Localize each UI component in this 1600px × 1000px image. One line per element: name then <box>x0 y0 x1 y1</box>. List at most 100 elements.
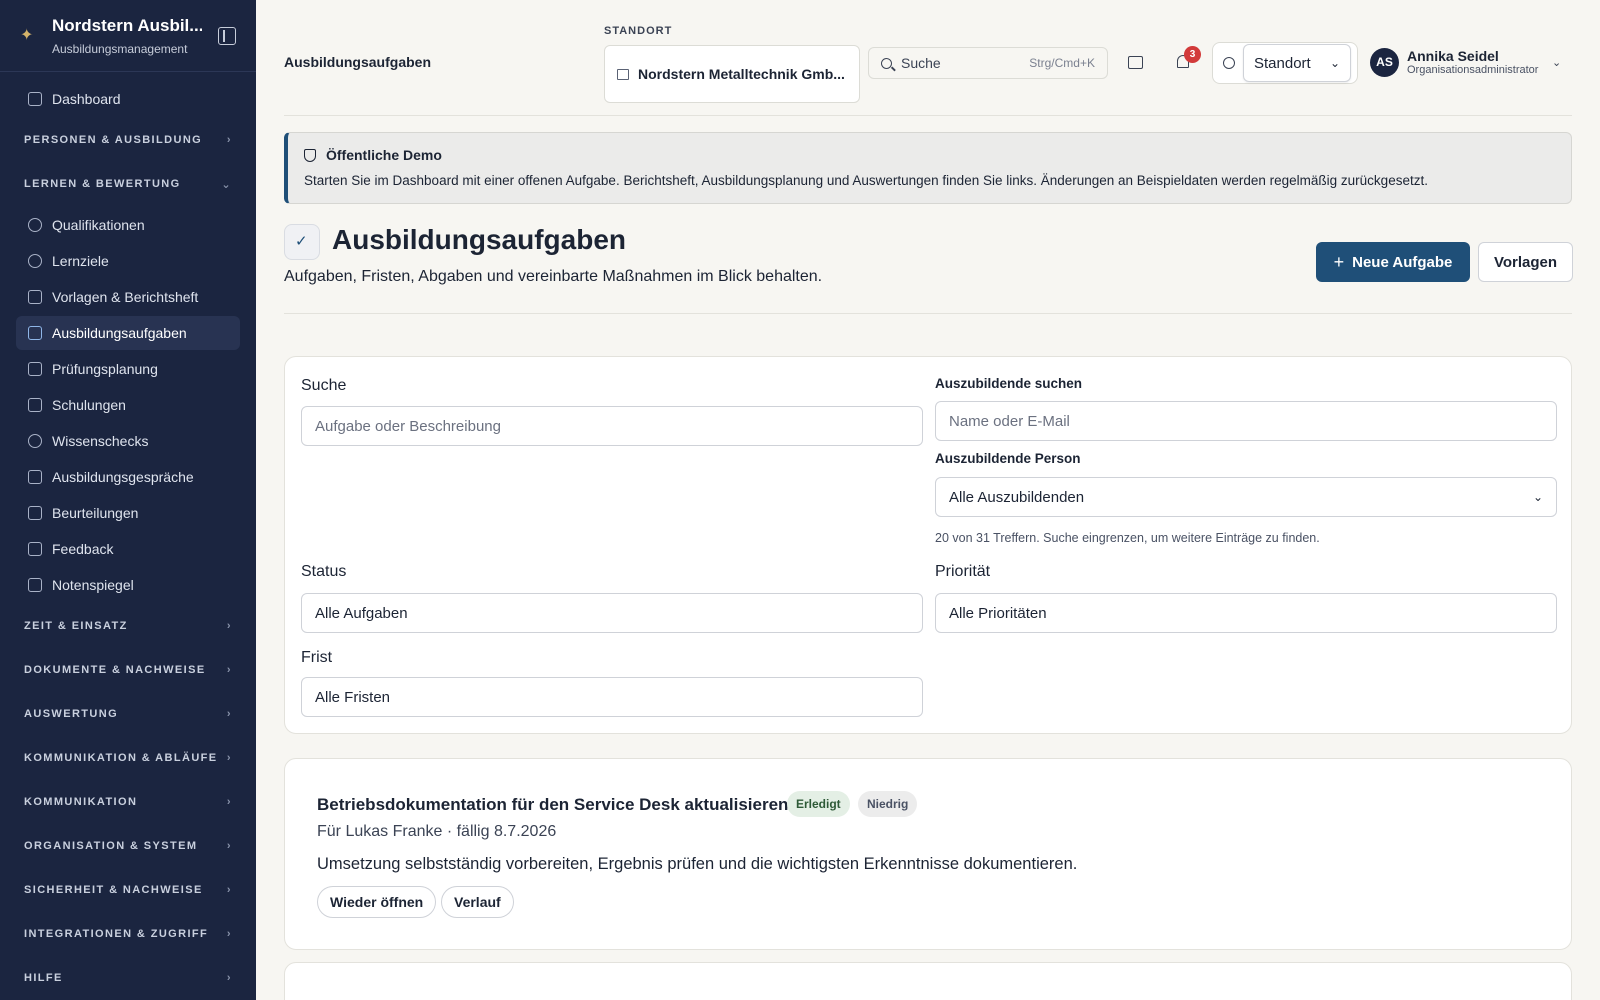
sidebar-group-zeit[interactable]: ZEIT & EINSATZ › <box>16 604 240 648</box>
brand-title: Nordstern Ausbil... <box>52 15 202 35</box>
chat-icon <box>28 542 42 556</box>
global-search[interactable]: Suche Strg/Cmd+K <box>868 47 1108 79</box>
trainee-search-label: Auszubildende suchen <box>935 376 1083 391</box>
checkbox-icon <box>284 224 320 260</box>
priority-label: Priorität <box>935 563 991 580</box>
group-label: INTEGRATIONEN & ZUGRIFF <box>24 928 209 940</box>
sidebar-group-lernen[interactable]: LERNEN & BEWERTUNG ⌄ <box>16 162 240 206</box>
file-icon <box>28 578 42 592</box>
chevron-down-icon: ⌄ <box>1329 56 1340 70</box>
sidebar-item-label: Beurteilungen <box>52 505 139 521</box>
chevron-right-icon: › <box>226 884 232 896</box>
message-icon <box>28 470 42 484</box>
new-task-button[interactable]: + Neue Aufgabe <box>1316 242 1470 282</box>
sidebar-item-schulungen[interactable]: Schulungen <box>16 388 240 422</box>
star-logo-icon: ✦ <box>20 26 34 44</box>
plus-icon: + <box>1333 251 1345 272</box>
sidebar-item-ausbildungsgespraeche[interactable]: Ausbildungsgespräche <box>16 460 240 494</box>
group-label: SICHERHEIT & NACHWEISE <box>24 884 203 896</box>
messages-icon[interactable] <box>1128 56 1143 69</box>
sidebar-item-label: Vorlagen & Berichtsheft <box>52 289 199 305</box>
chevron-right-icon: › <box>226 664 232 676</box>
sidebar-nav: Dashboard PERSONEN & AUSBILDUNG › LERNEN… <box>0 72 256 1000</box>
avatar[interactable]: AS <box>1370 48 1399 77</box>
site-select-value: Standort <box>1254 54 1311 72</box>
notification-badge: 3 <box>1184 46 1201 63</box>
sidebar-group-personen[interactable]: PERSONEN & AUSBILDUNG › <box>16 118 240 162</box>
group-label: KOMMUNIKATION & ABLÄUFE <box>24 752 218 764</box>
location-value: Nordstern Metalltechnik Gmb... <box>638 66 845 82</box>
site-select[interactable]: Standort ⌄ <box>1243 44 1351 82</box>
sidebar-item-feedback[interactable]: Feedback <box>16 532 240 566</box>
chevron-down-icon: ⌄ <box>221 178 232 191</box>
group-label: PERSONEN & AUSBILDUNG <box>24 134 203 146</box>
grid-icon <box>28 92 42 106</box>
sidebar-item-wissenschecks[interactable]: Wissenschecks <box>16 424 240 458</box>
reopen-button[interactable]: Wieder öffnen <box>317 886 437 918</box>
sidebar-item-ausbildungsaufgaben[interactable]: Ausbildungsaufgaben <box>16 316 240 350</box>
task-card: Betriebsdokumentation für den Service De… <box>284 758 1572 950</box>
history-button[interactable]: Verlauf <box>441 886 514 918</box>
chevron-right-icon: › <box>226 134 232 146</box>
trainee-label: Auszubildende Person <box>935 451 1081 466</box>
chevron-right-icon: › <box>226 972 232 984</box>
user-role: Organisationsadministrator <box>1407 64 1539 76</box>
sidebar-item-label: Dashboard <box>52 91 121 107</box>
page-header: Ausbildungsaufgaben Aufgaben, Fristen, A… <box>284 218 1573 314</box>
sidebar-group-integrationen[interactable]: INTEGRATIONEN & ZUGRIFF › <box>16 912 240 956</box>
demo-banner: Öffentliche Demo Starten Sie im Dashboar… <box>284 132 1572 204</box>
sidebar-item-qualifikationen[interactable]: Qualifikationen <box>16 208 240 242</box>
deadline-label: Frist <box>301 649 333 666</box>
group-label: ORGANISATION & SYSTEM <box>24 840 198 852</box>
search-icon <box>881 57 892 69</box>
sidebar-item-vorlagen[interactable]: Vorlagen & Berichtsheft <box>16 280 240 314</box>
status-select[interactable]: Alle Aufgaben <box>301 593 923 633</box>
priority-select[interactable]: Alle Prioritäten <box>935 593 1557 633</box>
divider <box>284 115 1572 116</box>
templates-button[interactable]: Vorlagen <box>1478 242 1573 282</box>
sidebar-collapse-icon[interactable] <box>218 26 236 45</box>
sidebar-item-lernziele[interactable]: Lernziele <box>16 244 240 278</box>
site-switcher: Standort ⌄ <box>1212 42 1358 84</box>
sidebar-group-kommunikation-ablaeufe[interactable]: KOMMUNIKATION & ABLÄUFE › <box>16 736 240 780</box>
task-card <box>284 962 1572 1000</box>
group-label: LERNEN & BEWERTUNG <box>24 178 181 190</box>
group-label: AUSWERTUNG <box>24 708 119 720</box>
sidebar-item-notenspiegel[interactable]: Notenspiegel <box>16 568 240 602</box>
search-input[interactable]: Aufgabe oder Beschreibung <box>301 406 923 446</box>
sidebar-group-dokumente[interactable]: DOKUMENTE & NACHWEISE › <box>16 648 240 692</box>
demo-text: Starten Sie im Dashboard mit einer offen… <box>304 173 1428 188</box>
sidebar-group-auswertung[interactable]: AUSWERTUNG › <box>16 692 240 736</box>
sidebar-item-label: Wissenschecks <box>52 433 149 449</box>
trainee-search-input[interactable]: Name oder E-Mail <box>935 401 1557 441</box>
location-selector[interactable]: Nordstern Metalltechnik Gmb... <box>604 45 860 103</box>
award-icon <box>28 218 42 232</box>
chevron-right-icon: › <box>226 928 232 940</box>
sidebar-item-pruefungsplanung[interactable]: Prüfungsplanung <box>16 352 240 386</box>
user-name[interactable]: Annika Seidel <box>1407 48 1499 64</box>
brain-icon <box>28 434 42 448</box>
page-title: Ausbildungsaufgaben <box>332 224 626 255</box>
sidebar-group-kommunikation[interactable]: KOMMUNIKATION › <box>16 780 240 824</box>
shield-icon <box>304 148 316 162</box>
sidebar-group-sicherheit[interactable]: SICHERHEIT & NACHWEISE › <box>16 868 240 912</box>
sidebar-item-beurteilungen[interactable]: Beurteilungen <box>16 496 240 530</box>
deadline-select[interactable]: Alle Fristen <box>301 677 923 717</box>
status-label: Status <box>301 563 347 580</box>
sidebar-group-organisation[interactable]: ORGANISATION & SYSTEM › <box>16 824 240 868</box>
global-search-placeholder: Suche <box>901 55 941 71</box>
chevron-down-icon: ⌄ <box>1532 490 1543 504</box>
chevron-right-icon: › <box>226 796 232 808</box>
palette-icon[interactable] <box>1223 57 1235 69</box>
file-icon <box>28 290 42 304</box>
task-meta: Für Lukas Franke · fällig 8.7.2026 <box>317 823 557 840</box>
sidebar-item-label: Feedback <box>52 541 114 557</box>
results-hint: 20 von 31 Treffern. Suche eingrenzen, um… <box>935 531 1320 545</box>
sidebar-item-dashboard[interactable]: Dashboard <box>16 82 240 116</box>
user-menu-chevron-icon[interactable]: ⌄ <box>1552 56 1561 69</box>
group-label: HILFE <box>24 972 63 984</box>
sidebar-item-label: Ausbildungsgespräche <box>52 469 194 485</box>
sidebar-group-hilfe[interactable]: HILFE › <box>16 956 240 1000</box>
search-shortcut: Strg/Cmd+K <box>1029 56 1095 70</box>
trainee-select[interactable]: Alle Auszubildenden ⌄ <box>935 477 1557 517</box>
